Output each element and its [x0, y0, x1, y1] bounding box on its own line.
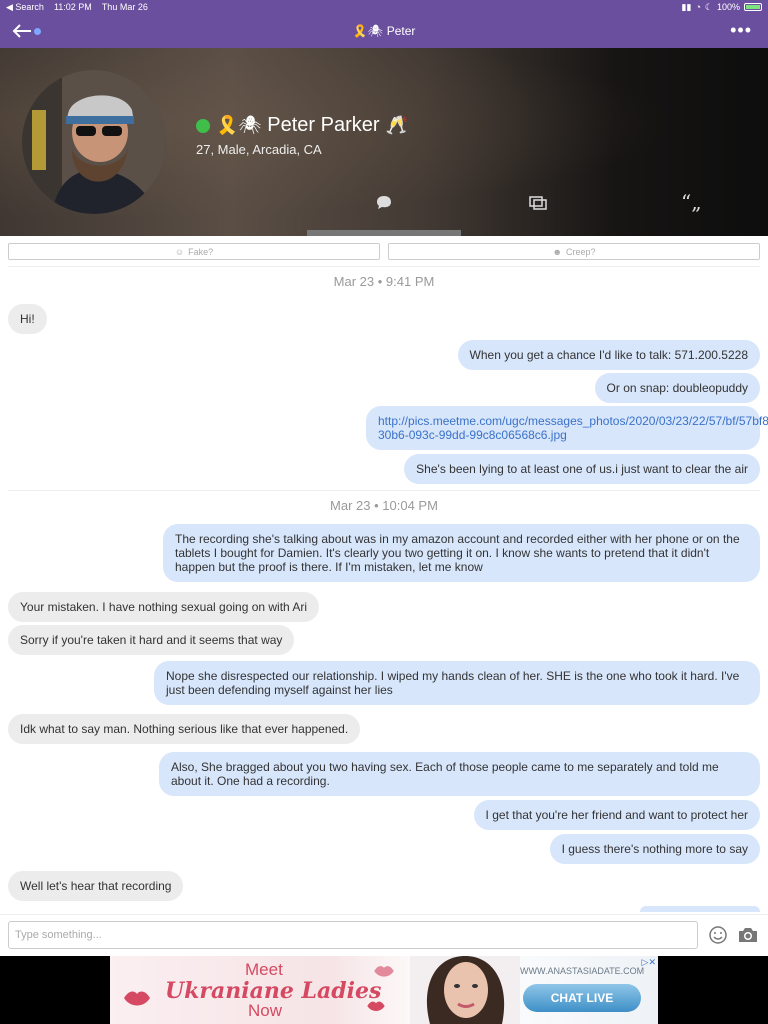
battery-percent: 100% — [716, 2, 740, 12]
message-outgoing[interactable]: Nope she disrespected our relationship. … — [154, 661, 760, 705]
nav-title-text: Peter — [386, 24, 416, 38]
message-incoming[interactable]: Well let's hear that recording — [8, 871, 184, 901]
message-incoming[interactable]: Idk what to say man. Nothing serious lik… — [8, 714, 361, 744]
creep-report-button[interactable]: ☻ Creep? — [388, 243, 760, 260]
fake-label: Fake? — [188, 246, 214, 257]
more-options-button[interactable]: ••• — [730, 20, 752, 41]
ad-now-text: Now — [248, 1001, 283, 1020]
online-status-dot — [196, 118, 210, 133]
message-outgoing[interactable]: The recording she's talking about was in… — [163, 524, 760, 582]
date-divider: Mar 23 • 9:41 PM — [0, 266, 768, 289]
ad-close-icon[interactable]: ▷✕ — [642, 957, 656, 968]
nav-title-emoji: 🎗️🕷 — [352, 24, 383, 38]
profile-name-row: 🎗️🕷 Peter Parker 🥂 — [196, 114, 408, 137]
ad-meet-text: Meet — [245, 960, 283, 979]
ad-banner: Meet Ukraniane Ladies Now WWW.ANASTASIAD… — [0, 956, 768, 1024]
message-outgoing-link[interactable]: http://pics.meetme.com/ugc/messages_phot… — [366, 406, 768, 450]
status-date: Thu Mar 26 — [101, 1, 148, 12]
status-time: 11:02 PM — [53, 1, 92, 12]
profile-name-emoji-suffix: 🥂 — [385, 115, 408, 135]
date-divider: Mar 23 • 10:04 PM — [0, 490, 768, 513]
profile-meta: 27, Male, Arcadia, CA — [196, 142, 322, 157]
creep-icon: ☻ — [552, 246, 562, 257]
avatar-photo — [22, 70, 166, 214]
chat-bubble-icon[interactable] — [374, 192, 394, 212]
camera-icon — [739, 928, 757, 942]
battery-icon — [744, 3, 762, 11]
svg-text:“„: “„ — [681, 192, 702, 212]
message-composer — [0, 914, 768, 956]
camera-button[interactable] — [737, 925, 759, 945]
message-outgoing-partial[interactable] — [640, 906, 760, 912]
ad-model-photo — [410, 956, 520, 1024]
message-outgoing[interactable]: I get that you're her friend and want to… — [473, 800, 760, 830]
nav-title: 🎗️🕷 Peter — [0, 14, 768, 48]
ad-site-url: WWW.ANASTASIADATE.COM — [520, 966, 645, 976]
profile-name: Peter Parker — [267, 114, 380, 136]
back-to-app[interactable]: ◀ Search — [6, 2, 44, 13]
message-outgoing[interactable]: Also, She bragged about you two having s… — [159, 752, 760, 796]
fake-report-button[interactable]: ☺ Fake? — [8, 243, 380, 260]
moon-icon: ☾ — [704, 1, 713, 12]
ad-creative[interactable]: Meet Ukraniane Ladies Now WWW.ANASTASIAD… — [110, 956, 658, 1024]
message-incoming[interactable]: Your mistaken. I have nothing sexual goi… — [8, 592, 320, 622]
message-outgoing[interactable]: Or on snap: doubleopuddy — [594, 373, 760, 403]
status-bar: ◀ Search 11:02 PM Thu Mar 26 ▮▮ ◔ ☾ 100% — [0, 0, 768, 14]
ad-chat-live-button[interactable]: CHAT LIVE — [523, 984, 641, 1012]
creep-label: Creep? — [565, 246, 596, 257]
wifi-icon: ◔ — [695, 2, 701, 12]
profile-name-emoji-prefix: 🎗️🕷 — [216, 115, 262, 135]
message-input[interactable] — [8, 921, 698, 949]
emoji-button[interactable] — [708, 925, 728, 945]
photos-icon[interactable] — [528, 192, 548, 212]
message-outgoing[interactable]: I guess there's nothing more to say — [549, 834, 760, 864]
message-outgoing[interactable]: She's been lying to at least one of us.i… — [404, 454, 760, 484]
message-outgoing[interactable]: When you get a chance I'd like to talk: … — [457, 340, 760, 370]
profile-header: 🎗️🕷 Peter Parker 🥂 27, Male, Arcadia, CA… — [0, 48, 768, 236]
lips-icon — [124, 991, 150, 1006]
mask-icon: ☺ — [174, 246, 185, 257]
quote-icon[interactable]: “„ — [680, 190, 702, 214]
avatar[interactable] — [22, 70, 166, 214]
message-incoming[interactable]: Sorry if you're taken it hard and it see… — [8, 625, 295, 655]
smiley-icon — [709, 926, 727, 944]
profile-tab-indicator — [307, 230, 461, 236]
signal-icon: ▮▮ — [681, 1, 692, 12]
nav-bar: 🎗️🕷 Peter ••• — [0, 14, 768, 48]
message-incoming[interactable]: Hi! — [8, 304, 47, 334]
message-list[interactable]: Mar 23 • 9:41 PM Hi! When you get a chan… — [0, 262, 768, 912]
